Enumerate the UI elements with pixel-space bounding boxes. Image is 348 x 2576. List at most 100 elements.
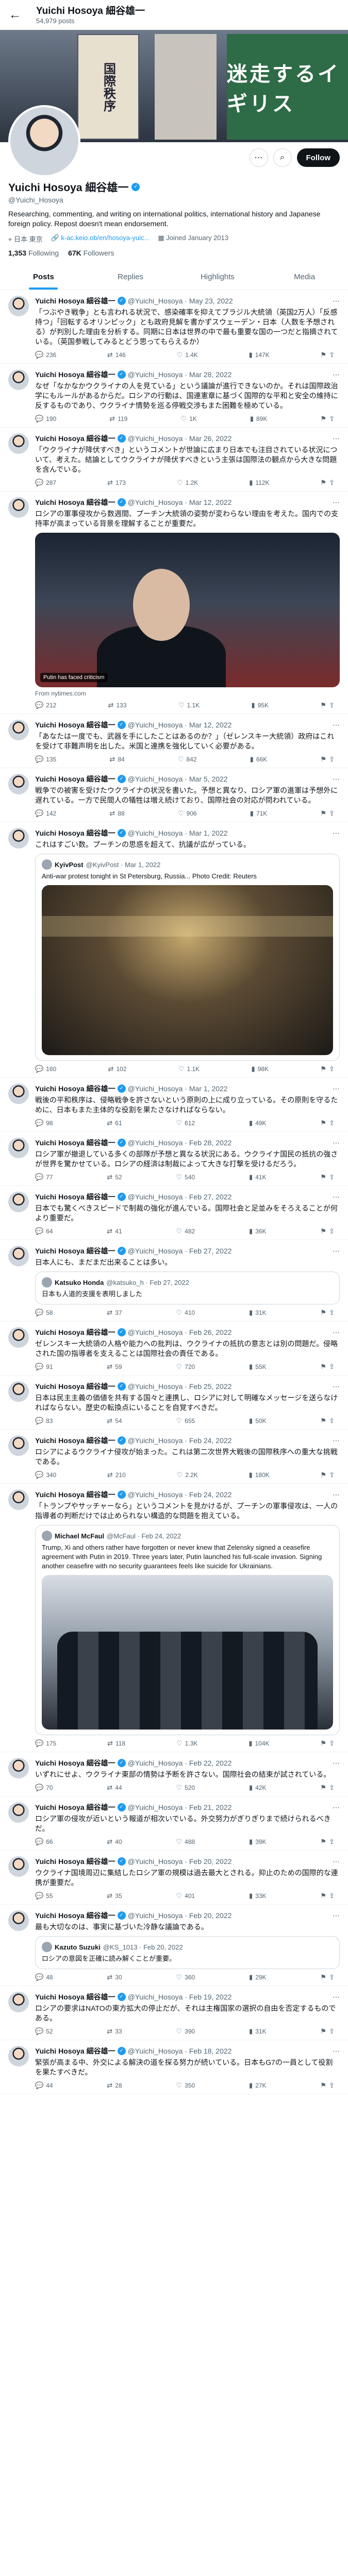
like-icon[interactable]: ♡: [177, 351, 183, 359]
follow-button[interactable]: Follow: [296, 148, 340, 167]
more-options-icon[interactable]: ⋯: [333, 1911, 340, 1920]
tweet-avatar[interactable]: [8, 1381, 29, 1402]
tweet-avatar[interactable]: [8, 828, 29, 849]
tweet-author-name[interactable]: Yuichi Hosoya 細谷雄一: [35, 1246, 115, 1256]
views-icon[interactable]: ▮: [249, 1363, 253, 1371]
bookmark-icon[interactable]: ⚑: [320, 809, 326, 818]
like-icon[interactable]: ♡: [180, 415, 187, 423]
tweet-avatar[interactable]: [8, 1856, 29, 1877]
share-icon[interactable]: ⇪: [329, 755, 335, 764]
share-icon[interactable]: ⇪: [329, 1173, 335, 1181]
bookmark-icon[interactable]: ⚑: [320, 1173, 326, 1181]
more-icon[interactable]: ⋯: [249, 148, 268, 167]
tweet-avatar[interactable]: [8, 720, 29, 740]
like-action[interactable]: ♡ 1.1K: [178, 1065, 200, 1073]
bookmark-icon[interactable]: ⚑: [320, 2081, 326, 2090]
reply-icon[interactable]: 💬: [35, 1973, 43, 1981]
reply-action[interactable]: 💬 58: [35, 1309, 53, 1317]
repost-action[interactable]: ⇄ 30: [107, 1973, 122, 1981]
tweet-date[interactable]: Feb 18, 2022: [189, 2047, 232, 2055]
tweet-author-name[interactable]: Yuichi Hosoya 細谷雄一: [35, 774, 115, 784]
repost-icon[interactable]: ⇄: [107, 1471, 113, 1479]
tweet-date[interactable]: Mar 26, 2022: [189, 434, 232, 443]
like-action[interactable]: ♡ 410: [176, 1309, 195, 1317]
followers-stat[interactable]: 67K Followers: [68, 249, 114, 257]
tweet-date[interactable]: Mar 12, 2022: [189, 721, 232, 729]
share-icon[interactable]: ⇪: [329, 1119, 335, 1127]
tweet-date[interactable]: Feb 27, 2022: [189, 1247, 232, 1255]
views-action[interactable]: ▮ 36K: [249, 1227, 267, 1235]
tweet[interactable]: Yuichi Hosoya 細谷雄一 ✓ @Yuichi_Hosoya · Feb …: [0, 1321, 348, 1376]
bookmark-icon[interactable]: ⚑: [320, 1363, 326, 1371]
views-icon[interactable]: ▮: [252, 701, 255, 709]
repost-action[interactable]: ⇄ 41: [107, 1227, 122, 1235]
repost-action[interactable]: ⇄ 102: [108, 1065, 127, 1073]
views-action[interactable]: ▮ 112K: [249, 479, 269, 487]
share-icon[interactable]: ⇪: [329, 479, 335, 487]
like-action[interactable]: ♡ 612: [176, 1119, 195, 1127]
tweet-author-name[interactable]: Yuichi Hosoya 細谷雄一: [35, 1192, 115, 1202]
reply-action[interactable]: 💬 66: [35, 1838, 53, 1846]
like-icon[interactable]: ♡: [178, 1065, 185, 1073]
bookmark-icon[interactable]: ⚑: [320, 1739, 326, 1748]
tweet-author-name[interactable]: Yuichi Hosoya 細谷雄一: [35, 1435, 115, 1446]
views-action[interactable]: ▮ 147K: [249, 351, 270, 359]
repost-icon[interactable]: ⇄: [107, 1892, 112, 1900]
like-icon[interactable]: ♡: [176, 1838, 183, 1846]
views-action[interactable]: ▮ 31K: [249, 1309, 267, 1317]
tweet-author-name[interactable]: Yuichi Hosoya 細谷雄一: [35, 296, 115, 306]
more-options-icon[interactable]: ⋯: [333, 1247, 340, 1256]
views-action[interactable]: ▮ 39K: [249, 1838, 267, 1846]
reply-action[interactable]: 💬 64: [35, 1227, 53, 1235]
repost-action[interactable]: ⇄ 173: [107, 479, 126, 487]
like-icon[interactable]: ♡: [176, 2027, 183, 2036]
like-action[interactable]: ♡ 720: [176, 1363, 195, 1371]
bookmark-icon[interactable]: ⚑: [320, 1119, 326, 1127]
views-icon[interactable]: ▮: [249, 1784, 253, 1792]
tweet-avatar[interactable]: [8, 1489, 29, 1510]
tweet-date[interactable]: Feb 24, 2022: [189, 1436, 232, 1445]
reply-icon[interactable]: 💬: [35, 1363, 43, 1371]
more-options-icon[interactable]: ⋯: [333, 297, 340, 306]
like-action[interactable]: ♡ 520: [176, 1784, 195, 1792]
tweet-date[interactable]: Mar 1, 2022: [189, 1084, 228, 1093]
repost-action[interactable]: ⇄ 118: [107, 1739, 125, 1748]
reply-icon[interactable]: 💬: [35, 479, 43, 487]
share-icon[interactable]: ⇪: [329, 1227, 335, 1235]
reply-icon[interactable]: 💬: [35, 1739, 43, 1748]
reply-action[interactable]: 💬 77: [35, 1173, 53, 1181]
repost-icon[interactable]: ⇄: [108, 1065, 114, 1073]
views-action[interactable]: ▮ 49K: [249, 1119, 267, 1127]
views-action[interactable]: ▮ 71K: [250, 809, 268, 818]
repost-action[interactable]: ⇄ 44: [107, 1784, 122, 1792]
tweet-author-name[interactable]: Yuichi Hosoya 細谷雄一: [35, 1327, 115, 1337]
reply-icon[interactable]: 💬: [35, 1065, 43, 1073]
repost-action[interactable]: ⇄ 59: [107, 1363, 122, 1371]
repost-action[interactable]: ⇄ 88: [109, 809, 124, 818]
tweet-date[interactable]: Feb 24, 2022: [189, 1490, 232, 1499]
bookmark-icon[interactable]: ⚑: [320, 1065, 326, 1073]
repost-action[interactable]: ⇄ 210: [107, 1471, 126, 1479]
tab-posts[interactable]: Posts: [0, 264, 87, 290]
tab-highlights[interactable]: Highlights: [174, 264, 261, 290]
views-action[interactable]: ▮ 27K: [249, 2081, 267, 2090]
like-action[interactable]: ♡ 2.2K: [177, 1471, 198, 1479]
tweet[interactable]: Yuichi Hosoya 細谷雄一 ✓ @Yuichi_Hosoya · Mar …: [0, 822, 348, 1078]
tweet[interactable]: Yuichi Hosoya 細谷雄一 ✓ @Yuichi_Hosoya · Feb …: [0, 1851, 348, 1905]
following-stat[interactable]: 1,353 Following: [8, 249, 59, 257]
repost-icon[interactable]: ⇄: [107, 1838, 112, 1846]
share-icon[interactable]: ⇪: [329, 809, 335, 818]
tweet-avatar[interactable]: [8, 2046, 29, 2066]
reply-action[interactable]: 💬 160: [35, 1065, 56, 1073]
bookmark-icon[interactable]: ⚑: [320, 1309, 326, 1317]
reply-icon[interactable]: 💬: [35, 2081, 43, 2090]
tab-replies[interactable]: Replies: [87, 264, 174, 290]
reply-action[interactable]: 💬 190: [35, 415, 56, 423]
tweet-author-name[interactable]: Yuichi Hosoya 細谷雄一: [35, 1489, 115, 1500]
repost-action[interactable]: ⇄ 40: [107, 1838, 122, 1846]
like-action[interactable]: ♡ 655: [176, 1417, 195, 1425]
bookmark-icon[interactable]: ⚑: [320, 1784, 326, 1792]
views-icon[interactable]: ▮: [249, 479, 253, 487]
views-icon[interactable]: ▮: [249, 1838, 253, 1846]
tweet[interactable]: Yuichi Hosoya 細谷雄一 ✓ @Yuichi_Hosoya · Feb …: [0, 1797, 348, 1851]
